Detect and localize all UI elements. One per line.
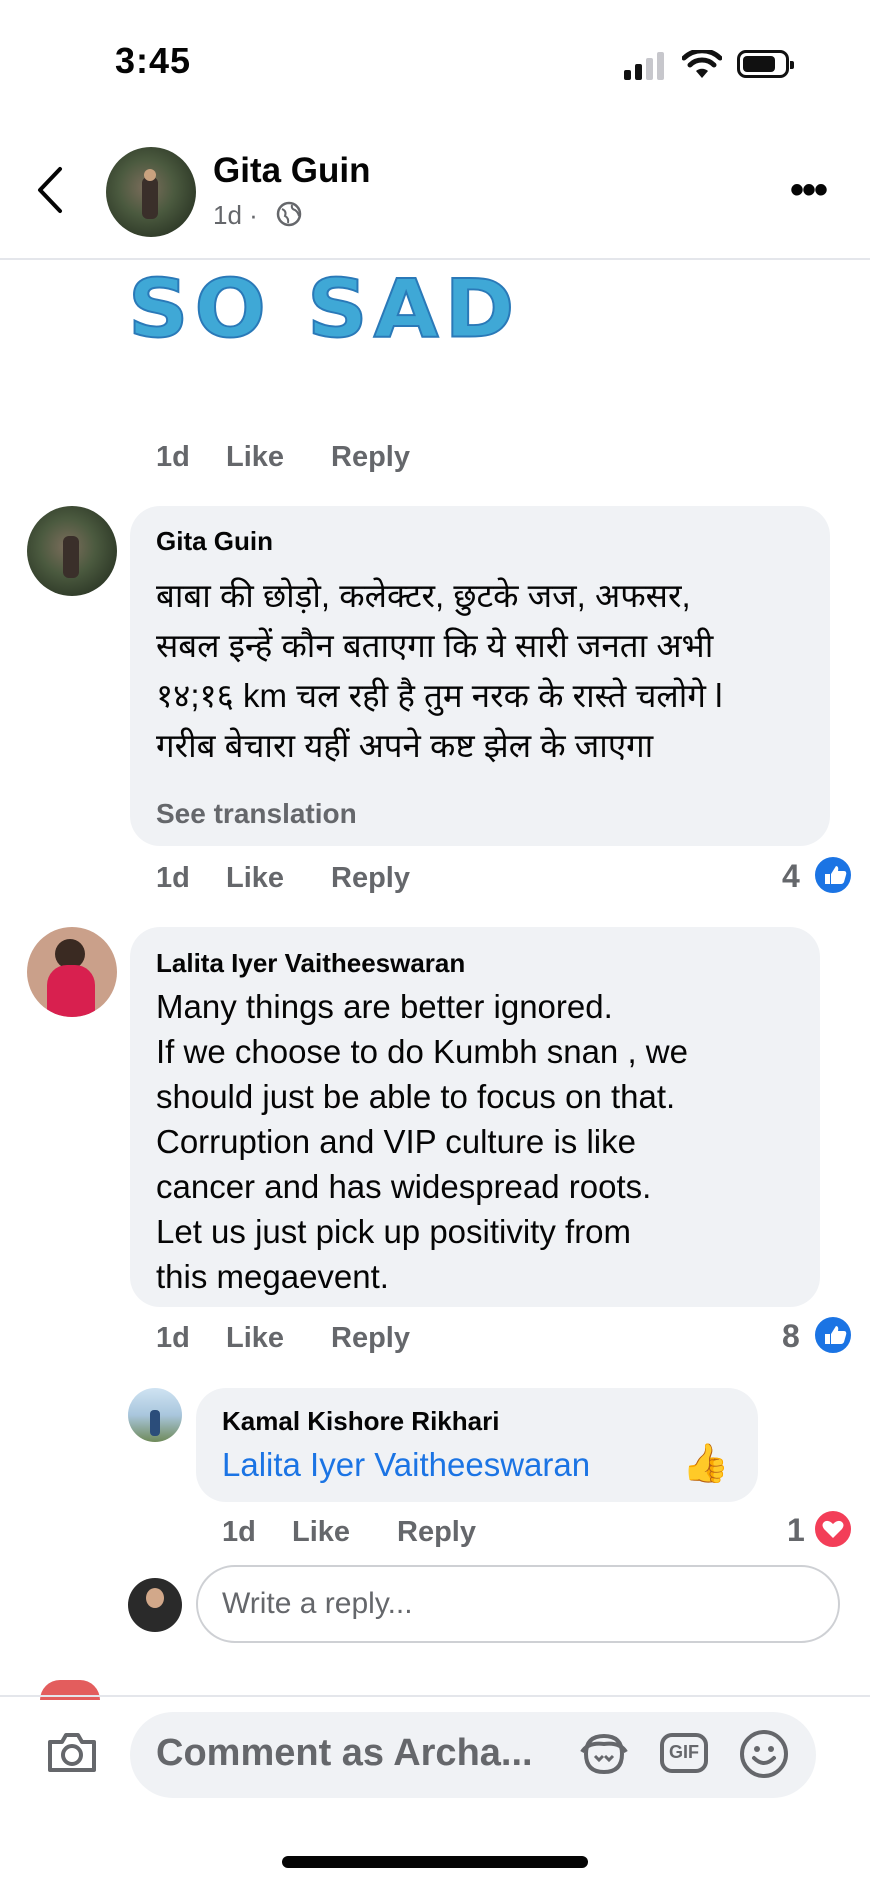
status-time: 3:45 (115, 40, 192, 81)
comment-line: this megaevent. (156, 1258, 389, 1295)
comment-reply-button[interactable]: Reply (331, 1322, 410, 1355)
comment-line: बाबा की छोड़ो, कलेक्टर, छुटके जज, अफसर, (156, 577, 691, 614)
comment-time: 1d (156, 1322, 190, 1354)
comment-author[interactable]: Lalita Iyer Vaitheeswaran (156, 948, 465, 979)
comment-line: १४;१६ km चल रही है तुम नरक के रास्ते चलो… (156, 677, 723, 714)
reply-reply-button[interactable]: Reply (397, 1516, 476, 1549)
comment-input-placeholder[interactable]: Comment as Archa... (156, 1732, 533, 1775)
commenter-avatar[interactable] (27, 506, 117, 596)
reply-time: 1d (222, 1516, 256, 1548)
mention-link[interactable]: Lalita Iyer Vaitheeswaran (222, 1446, 590, 1484)
thumbs-up-emoji: 👍 (682, 1443, 730, 1485)
see-translation-link[interactable]: See translation (156, 798, 357, 830)
partial-avatar (40, 1680, 100, 1700)
avatar-sticker-icon[interactable] (578, 1730, 630, 1778)
globe-icon (276, 201, 302, 227)
gif-label: GIF (669, 1742, 699, 1762)
comment-author[interactable]: Gita Guin (156, 526, 273, 557)
reply-author[interactable]: Kamal Kishore Rikhari (222, 1406, 499, 1437)
comment-like-button[interactable]: Like (226, 862, 284, 895)
commenter-avatar[interactable] (27, 927, 117, 1017)
comment-line: गरीब बेचारा यहीं अपने कष्ट झेल के जाएगा (156, 727, 654, 764)
comment-line: If we choose to do Kumbh snan , we (156, 1033, 688, 1070)
divider (0, 1695, 870, 1697)
author-name[interactable]: Gita Guin (213, 151, 371, 191)
wifi-icon (682, 50, 722, 78)
heart-reaction-icon (812, 1508, 854, 1550)
reply-input-placeholder[interactable]: Write a reply... (222, 1587, 413, 1621)
cellular-signal-icon (624, 52, 668, 80)
back-arrow-icon[interactable] (34, 165, 64, 215)
my-avatar (128, 1578, 182, 1632)
sticker-time: 1d (156, 441, 190, 473)
emoji-icon[interactable] (738, 1728, 790, 1780)
sticker-reply-button[interactable]: Reply (331, 441, 410, 474)
more-options-icon[interactable]: ••• (790, 170, 828, 210)
reply-like-button[interactable]: Like (292, 1516, 350, 1549)
reaction-count[interactable]: 8 (782, 1318, 800, 1355)
reaction-count[interactable]: 1 (787, 1512, 805, 1549)
comment-line: Corruption and VIP culture is like (156, 1123, 636, 1160)
comment-line: सबल इन्हें कौन बताएगा कि ये सारी जनता अभ… (156, 627, 714, 664)
reaction-count[interactable]: 4 (782, 858, 800, 895)
author-avatar[interactable] (106, 147, 196, 237)
replier-avatar[interactable] (128, 1388, 182, 1442)
comment-line: Let us just pick up positivity from (156, 1213, 632, 1250)
gif-icon[interactable]: GIF (660, 1733, 708, 1773)
comment-line: cancer and has widespread roots. (156, 1168, 652, 1205)
comment-reply-button[interactable]: Reply (331, 862, 410, 895)
so-sad-sticker: SO SAD (127, 262, 521, 357)
comment-line: Many things are better ignored. (156, 988, 613, 1025)
comment-time: 1d (156, 862, 190, 894)
sticker-like-button[interactable]: Like (226, 441, 284, 474)
battery-icon (737, 50, 794, 78)
like-reaction-icon (812, 1314, 854, 1356)
like-reaction-icon (812, 854, 854, 896)
comment-line: should just be able to focus on that. (156, 1078, 676, 1115)
post-time: 1d · (213, 200, 258, 230)
comment-like-button[interactable]: Like (226, 1322, 284, 1355)
home-indicator (282, 1856, 588, 1868)
camera-icon[interactable] (46, 1730, 98, 1774)
